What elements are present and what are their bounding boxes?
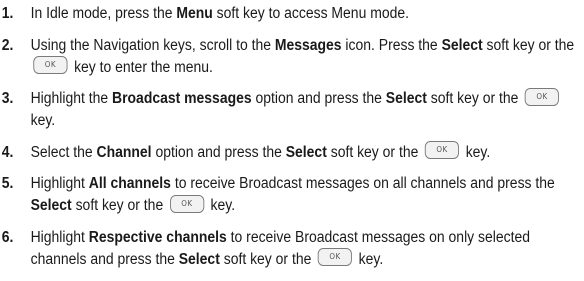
step-text-run: Highlight the [30, 90, 113, 107]
bold-term: Select [30, 197, 72, 214]
bold-term: Respective channels [88, 228, 227, 246]
instruction-steps: 1. In Idle mode, press the Menu soft key … [0, 3, 574, 280]
step-number: 1. [1, 5, 14, 22]
bold-term: Select [385, 90, 427, 107]
step-text: In Idle mode, press the Menu soft key to… [31, 5, 409, 22]
step-number: 6. [1, 228, 14, 246]
step-4: 4. Select the Channel option and press th… [0, 141, 583, 164]
step-text-run: Highlight [30, 228, 89, 246]
step-text-run: soft key or the [71, 197, 168, 214]
bold-term: Select [178, 250, 220, 268]
ok-key-icon: OK [317, 248, 353, 267]
step-text-run: Highlight [30, 175, 89, 192]
step-6: 6. Highlight Respective channels to recei… [0, 227, 583, 271]
step-text: Highlight Respective channels to receive… [31, 229, 530, 268]
step-text-run: option and press the [151, 143, 286, 161]
bold-term: Select [441, 36, 483, 54]
ok-key-icon: OK [524, 87, 560, 106]
step-text: Highlight the Broadcast messages option … [30, 87, 562, 129]
step-1: 1. In Idle mode, press the Menu soft key … [0, 3, 583, 25]
step-number: 5. [1, 175, 14, 192]
step-text-run: key to enter the menu. [70, 58, 213, 76]
step-text: Highlight All channels to receive Broadc… [31, 175, 555, 214]
step-2: 2. Using the Navigation keys, scroll to t… [0, 35, 583, 79]
ok-key-icon: OK [424, 141, 460, 160]
step-text-run: key. [30, 112, 56, 129]
ok-key-icon: OK [169, 194, 204, 213]
ok-key-icon: OK [33, 56, 68, 75]
step-5: 5. Highlight All channels to receive Broa… [0, 173, 583, 217]
step-text-run: key. [461, 143, 491, 161]
step-text-run: Select the [30, 143, 97, 161]
step-text-run: In Idle mode, press the [30, 5, 177, 22]
step-text: Using the Navigation keys, scroll to the… [31, 37, 575, 76]
step-text: Select the Channel option and press the … [30, 141, 491, 161]
step-text-run: to receive Broadcast messages on all cha… [170, 175, 555, 192]
step-text-run: option and press the [251, 90, 386, 107]
step-text-run: icon. Press the [341, 36, 442, 54]
step-text-run: key. [206, 197, 236, 214]
bold-term: Select [285, 143, 327, 161]
bold-term: Channel [96, 143, 152, 161]
step-number: 2. [1, 36, 14, 54]
step-text-run: soft key or the [426, 90, 523, 107]
step-text-run: soft key to access Menu mode. [212, 5, 409, 22]
step-text-run: soft key or the [326, 143, 423, 161]
bold-term: Broadcast messages [112, 90, 252, 107]
bold-term: Menu [176, 5, 213, 22]
step-3: 3. Highlight the Broadcast messages optio… [0, 87, 583, 132]
step-number: 3. [1, 90, 14, 107]
bold-term: Messages [274, 36, 342, 54]
bold-term: All channels [88, 175, 171, 192]
step-number: 4. [1, 143, 14, 161]
step-text-run: Using the Navigation keys, scroll to the [30, 36, 275, 54]
step-text-run: soft key or the [219, 250, 316, 268]
step-text-run: key. [354, 250, 384, 268]
step-text-run: soft key or the [482, 36, 575, 54]
